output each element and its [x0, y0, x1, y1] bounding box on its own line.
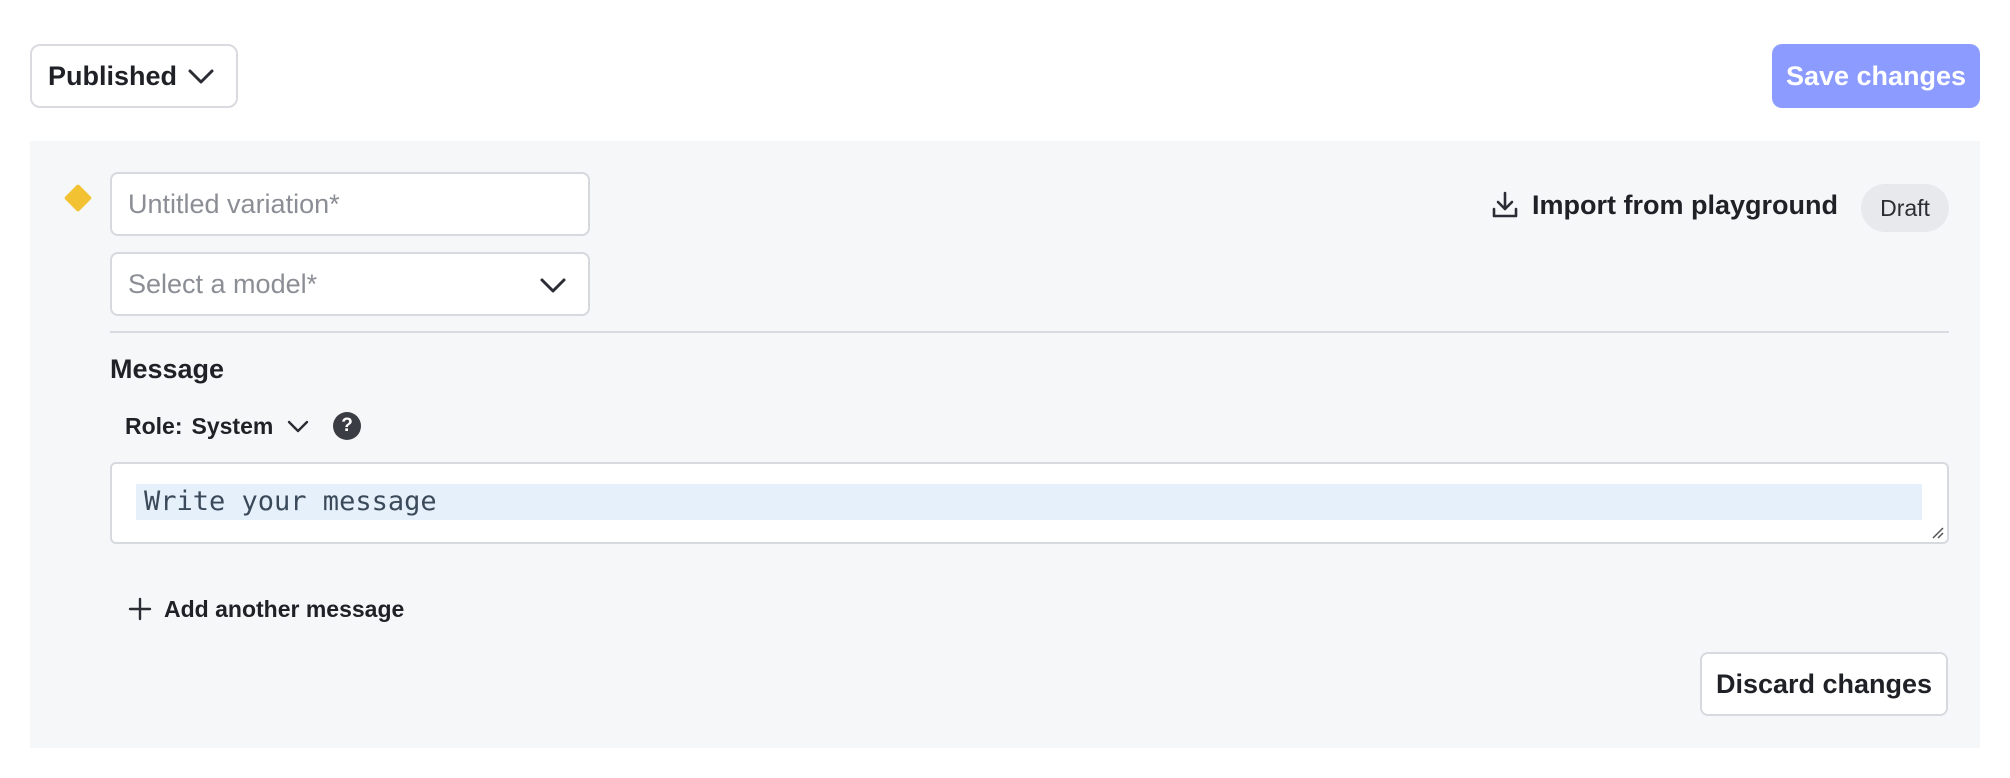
message-textarea[interactable]: Write your message [110, 462, 1949, 544]
variation-name-input[interactable] [110, 172, 590, 236]
save-changes-button[interactable]: Save changes [1772, 44, 1980, 108]
role-label: Role: [125, 412, 183, 439]
divider [110, 331, 1949, 333]
chevron-down-icon [188, 69, 214, 84]
role-value: System [191, 412, 274, 439]
download-icon [1492, 191, 1518, 218]
message-placeholder: Write your message [144, 486, 437, 517]
chevron-down-icon [288, 420, 309, 433]
model-select-placeholder: Select a model* [128, 268, 318, 299]
status-badge: Draft [1861, 184, 1949, 232]
status-select-value: Published [48, 60, 178, 91]
role-select[interactable]: Role: System [125, 410, 309, 442]
chevron-down-icon [540, 278, 566, 293]
help-circle-icon[interactable]: ? [333, 412, 361, 440]
message-section-title: Message [110, 354, 225, 384]
resize-handle-icon[interactable] [1929, 524, 1945, 540]
plus-icon [128, 597, 152, 621]
import-from-playground-button[interactable]: Import from playground [1490, 180, 1838, 230]
import-label: Import from playground [1532, 189, 1838, 220]
model-select[interactable]: Select a model* [110, 252, 590, 316]
add-message-label: Add another message [164, 595, 405, 622]
discard-changes-button[interactable]: Discard changes [1700, 652, 1948, 716]
status-select[interactable]: Published [30, 44, 238, 108]
add-another-message-button[interactable]: Add another message [128, 592, 404, 626]
